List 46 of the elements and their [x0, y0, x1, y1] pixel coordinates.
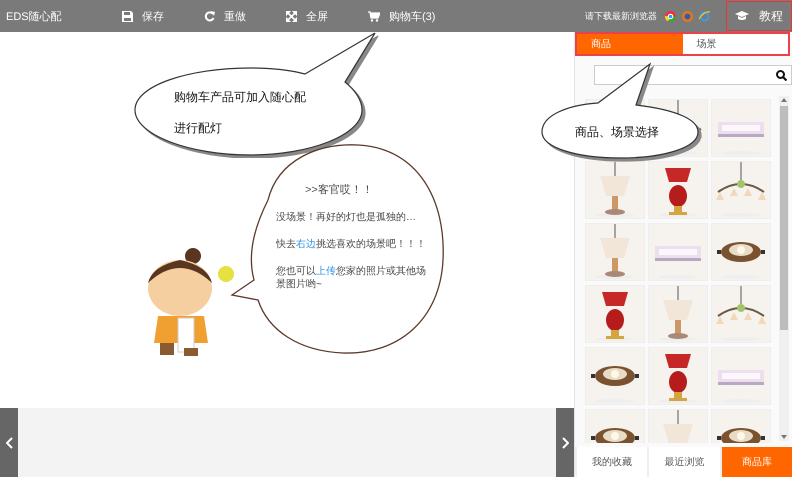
product-tile[interactable]	[711, 99, 771, 157]
product-tile[interactable]	[711, 223, 771, 281]
tutorial-button[interactable]: 教程	[726, 1, 792, 31]
callout-text: 购物车产品可加入随心配	[174, 89, 306, 106]
search-icon	[776, 70, 787, 80]
product-tile[interactable]	[648, 347, 708, 405]
product-tile[interactable]	[711, 347, 771, 405]
chevron-left-icon	[6, 436, 12, 448]
product-tile[interactable]	[648, 285, 708, 343]
save-icon	[122, 10, 133, 22]
product-tile[interactable]	[648, 161, 708, 219]
product-tile[interactable]	[585, 285, 645, 343]
product-tile[interactable]	[585, 223, 645, 281]
browser-icon[interactable]	[665, 10, 676, 22]
product-tile[interactable]	[711, 285, 771, 343]
search-field[interactable]	[594, 65, 792, 85]
app-title: EDS随心配	[6, 10, 63, 24]
library-tab[interactable]: 商品库	[722, 447, 792, 477]
toolbar-button[interactable]: 重做	[204, 8, 246, 24]
speech-title: >>客官哎！！	[305, 182, 373, 197]
library-tab[interactable]: 我的收藏	[577, 447, 648, 477]
product-tile[interactable]	[648, 223, 708, 281]
browser-notice: 请下载最新浏览器	[585, 10, 657, 22]
refresh-icon	[204, 10, 215, 22]
graduation-cap-icon	[735, 11, 749, 21]
chevron-right-icon	[562, 436, 568, 448]
callout-text: 进行配灯	[174, 120, 222, 137]
next-button[interactable]	[556, 408, 574, 477]
product-tile[interactable]	[585, 161, 645, 219]
speech-text: 您也可以上传您家的照片或其他场景图片哟~	[276, 265, 426, 291]
toolbar-button[interactable]: 全屏	[286, 8, 328, 24]
library-tab[interactable]: 最近浏览	[649, 447, 720, 477]
scrollbar[interactable]	[779, 96, 789, 441]
product-tile[interactable]	[711, 161, 771, 219]
expand-icon	[286, 10, 297, 22]
toolbar-button[interactable]: 保存	[122, 8, 164, 24]
product-tile[interactable]	[585, 347, 645, 405]
toolbar-button[interactable]: 购物车(3)	[368, 8, 436, 24]
browser-icon[interactable]	[699, 10, 710, 22]
browser-icon[interactable]	[682, 10, 693, 22]
speech-text: 没场景！再好的灯也是孤独的…	[276, 211, 417, 224]
speech-text: 快去右边挑选喜欢的场景吧！！！	[276, 238, 427, 251]
panel-tab[interactable]: 商品	[577, 34, 682, 54]
cart-icon	[368, 10, 380, 22]
panel-tab[interactable]: 场景	[682, 34, 788, 54]
previous-button[interactable]	[0, 408, 18, 477]
